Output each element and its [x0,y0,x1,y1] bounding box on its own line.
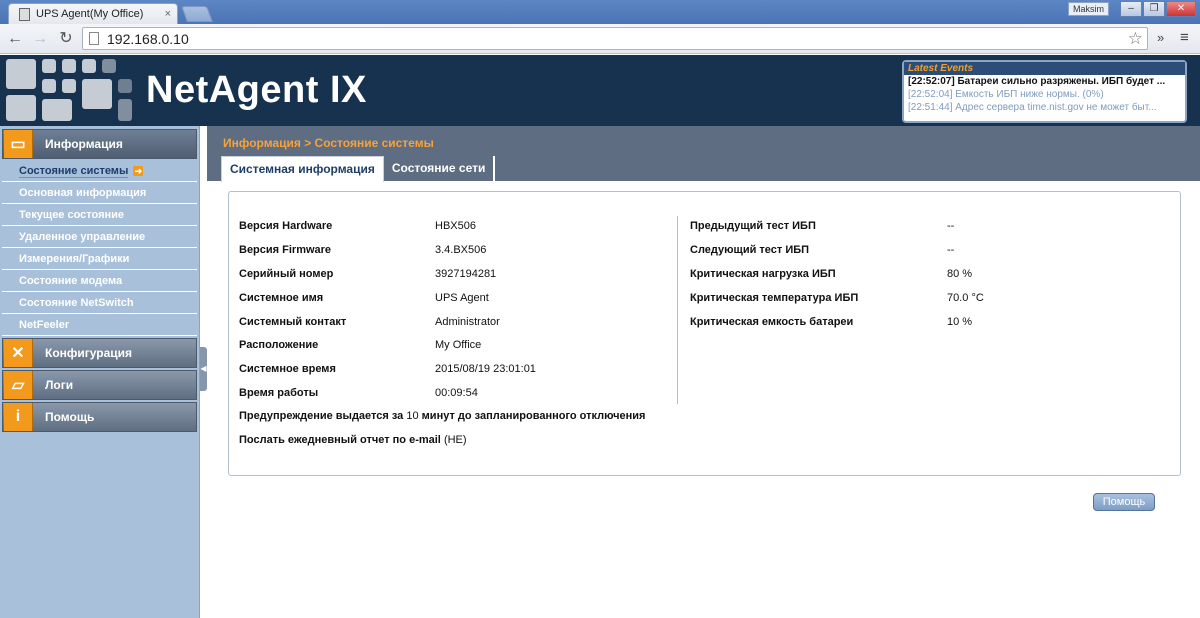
new-tab-button[interactable] [181,6,213,22]
sidebar-section-label: Помощь [45,410,95,424]
info-value: -- [947,244,955,256]
info-key: Системное имя [239,292,324,304]
extensions-chevron-icon[interactable]: » [1157,30,1164,45]
info-key: Системный контакт [239,316,347,328]
browser-titlebar: UPS Agent(My Office) × Maksim – ❐ ✕ [0,0,1200,24]
tab-close-icon[interactable]: × [165,8,171,20]
logo-icon [6,57,140,123]
sidebar-item-current-state[interactable]: Текущее состояние [2,205,197,226]
restore-button[interactable]: ❐ [1143,1,1165,17]
latest-events-title: Latest Events [904,62,1185,75]
daily-report-line: Послать ежедневный отчет по e-mail (НЕ) [239,434,467,446]
app-header: NetAgent IX Latest Events [22:52:07] Бат… [0,55,1200,126]
event-item[interactable]: [22:52:04] Емкость ИБП ниже нормы. (0%) [904,88,1185,101]
warning-minutes: 10 [406,410,419,422]
sidebar: ▭ Информация Состояние системы ➜ Основная… [0,126,200,618]
info-value: My Office [435,339,482,351]
sidebar-section-configuration[interactable]: ✕ Конфигурация [2,338,197,368]
info-icon: i [4,403,33,431]
event-item[interactable]: [22:51:44] Адрес сервера time.nist.gov н… [904,101,1185,114]
tab-system-information[interactable]: Системная информация [221,156,384,182]
sidebar-section-logs[interactable]: ▱ Логи [2,370,197,400]
page-favicon-icon [19,7,30,21]
sidebar-section-label: Конфигурация [45,346,133,360]
forward-arrow-icon[interactable]: → [29,28,51,50]
sidebar-item-netfeeler[interactable]: NetFeeler [2,315,197,336]
bookmark-star-icon[interactable]: ☆ [1128,29,1143,49]
content-header: Информация > Состояние системы Системная… [207,126,1200,182]
sidebar-collapse-handle[interactable]: ◀ [200,347,207,391]
latest-events-panel: Latest Events [22:52:07] Батареи сильно … [902,60,1187,123]
warning-suffix: минут до запланированного отключения [421,410,646,422]
info-value: UPS Agent [435,292,489,304]
tools-icon: ✕ [4,339,33,367]
daily-report-label: Послать ежедневный отчет по e-mail [239,434,441,446]
info-value: 2015/08/19 23:01:01 [435,363,536,375]
back-arrow-icon[interactable]: ← [4,28,26,50]
brand-title: NetAgent IX [146,69,367,111]
info-value: 70.0 °C [947,292,984,304]
info-key: Критическая температура ИБП [690,292,859,304]
info-value: Administrator [435,316,500,328]
page-icon [89,32,99,45]
tab-network-status[interactable]: Состояние сети [384,156,496,182]
sidebar-item-measurements[interactable]: Измерения/Графики [2,249,197,270]
close-window-button[interactable]: ✕ [1166,1,1196,17]
info-key: Критическая нагрузка ИБП [690,268,836,280]
tab-title: UPS Agent(My Office) [36,8,144,20]
sidebar-section-label: Информация [45,137,123,151]
address-url[interactable]: 192.168.0.10 [107,31,189,47]
info-key: Серийный номер [239,268,334,280]
browser-user-badge[interactable]: Maksim [1068,2,1109,16]
sidebar-item-modem-status[interactable]: Состояние модема [2,271,197,292]
help-button[interactable]: Помощь [1093,493,1155,511]
info-key: Время работы [239,387,319,399]
shutdown-warning: Предупреждение выдается за 10 минут до з… [239,410,645,422]
sidebar-item-basic-info[interactable]: Основная информация [2,183,197,204]
info-key: Системное время [239,363,336,375]
system-info-panel: Версия Hardware HBX506 Версия Firmware 3… [228,191,1181,476]
sidebar-item-system-status[interactable]: Состояние системы ➜ [2,161,197,182]
info-key: Версия Firmware [239,244,332,256]
menu-icon[interactable]: ≡ [1180,29,1189,46]
browser-toolbar: ← → ↻ 192.168.0.10 ☆ » ≡ [0,24,1200,54]
address-bar[interactable]: 192.168.0.10 ☆ [82,27,1148,50]
reload-icon[interactable]: ↻ [55,28,77,50]
info-value: 80 % [947,268,973,280]
content-tabs: Системная информация Состояние сети [221,156,496,182]
sidebar-item-remote-control[interactable]: Удаленное управление [2,227,197,248]
info-value: 3927194281 [435,268,497,280]
main-content: Информация > Состояние системы Системная… [207,126,1200,618]
column-divider [677,216,678,404]
sidebar-section-label: Логи [45,378,74,392]
monitor-icon: ▭ [4,130,33,158]
info-value: 00:09:54 [435,387,478,399]
info-value: HBX506 [435,220,476,232]
info-key: Расположение [239,339,319,351]
info-key: Критическая емкость батареи [690,316,854,328]
minimize-button[interactable]: – [1120,1,1142,17]
breadcrumb: Информация > Состояние системы [223,136,434,150]
info-value: -- [947,220,955,232]
browser-tab[interactable]: UPS Agent(My Office) × [8,3,178,24]
info-key: Предыдущий тест ИБП [690,220,816,232]
arrow-right-icon: ➜ [133,166,144,176]
info-key: Версия Hardware [239,220,333,232]
info-value: 3.4.BX506 [435,244,487,256]
warning-prefix: Предупреждение выдается за [239,410,404,422]
info-key: Следующий тест ИБП [690,244,810,256]
sidebar-item-netswitch-status[interactable]: Состояние NetSwitch [2,293,197,314]
sidebar-section-information[interactable]: ▭ Информация [2,129,197,159]
daily-report-value: (НЕ) [443,434,467,446]
event-item[interactable]: [22:52:07] Батареи сильно разряжены. ИБП… [904,75,1185,88]
info-value: 10 % [947,316,973,328]
sidebar-section-help[interactable]: i Помощь [2,402,197,432]
folder-icon: ▱ [4,371,33,399]
sidebar-item-label: Состояние системы [19,165,129,178]
